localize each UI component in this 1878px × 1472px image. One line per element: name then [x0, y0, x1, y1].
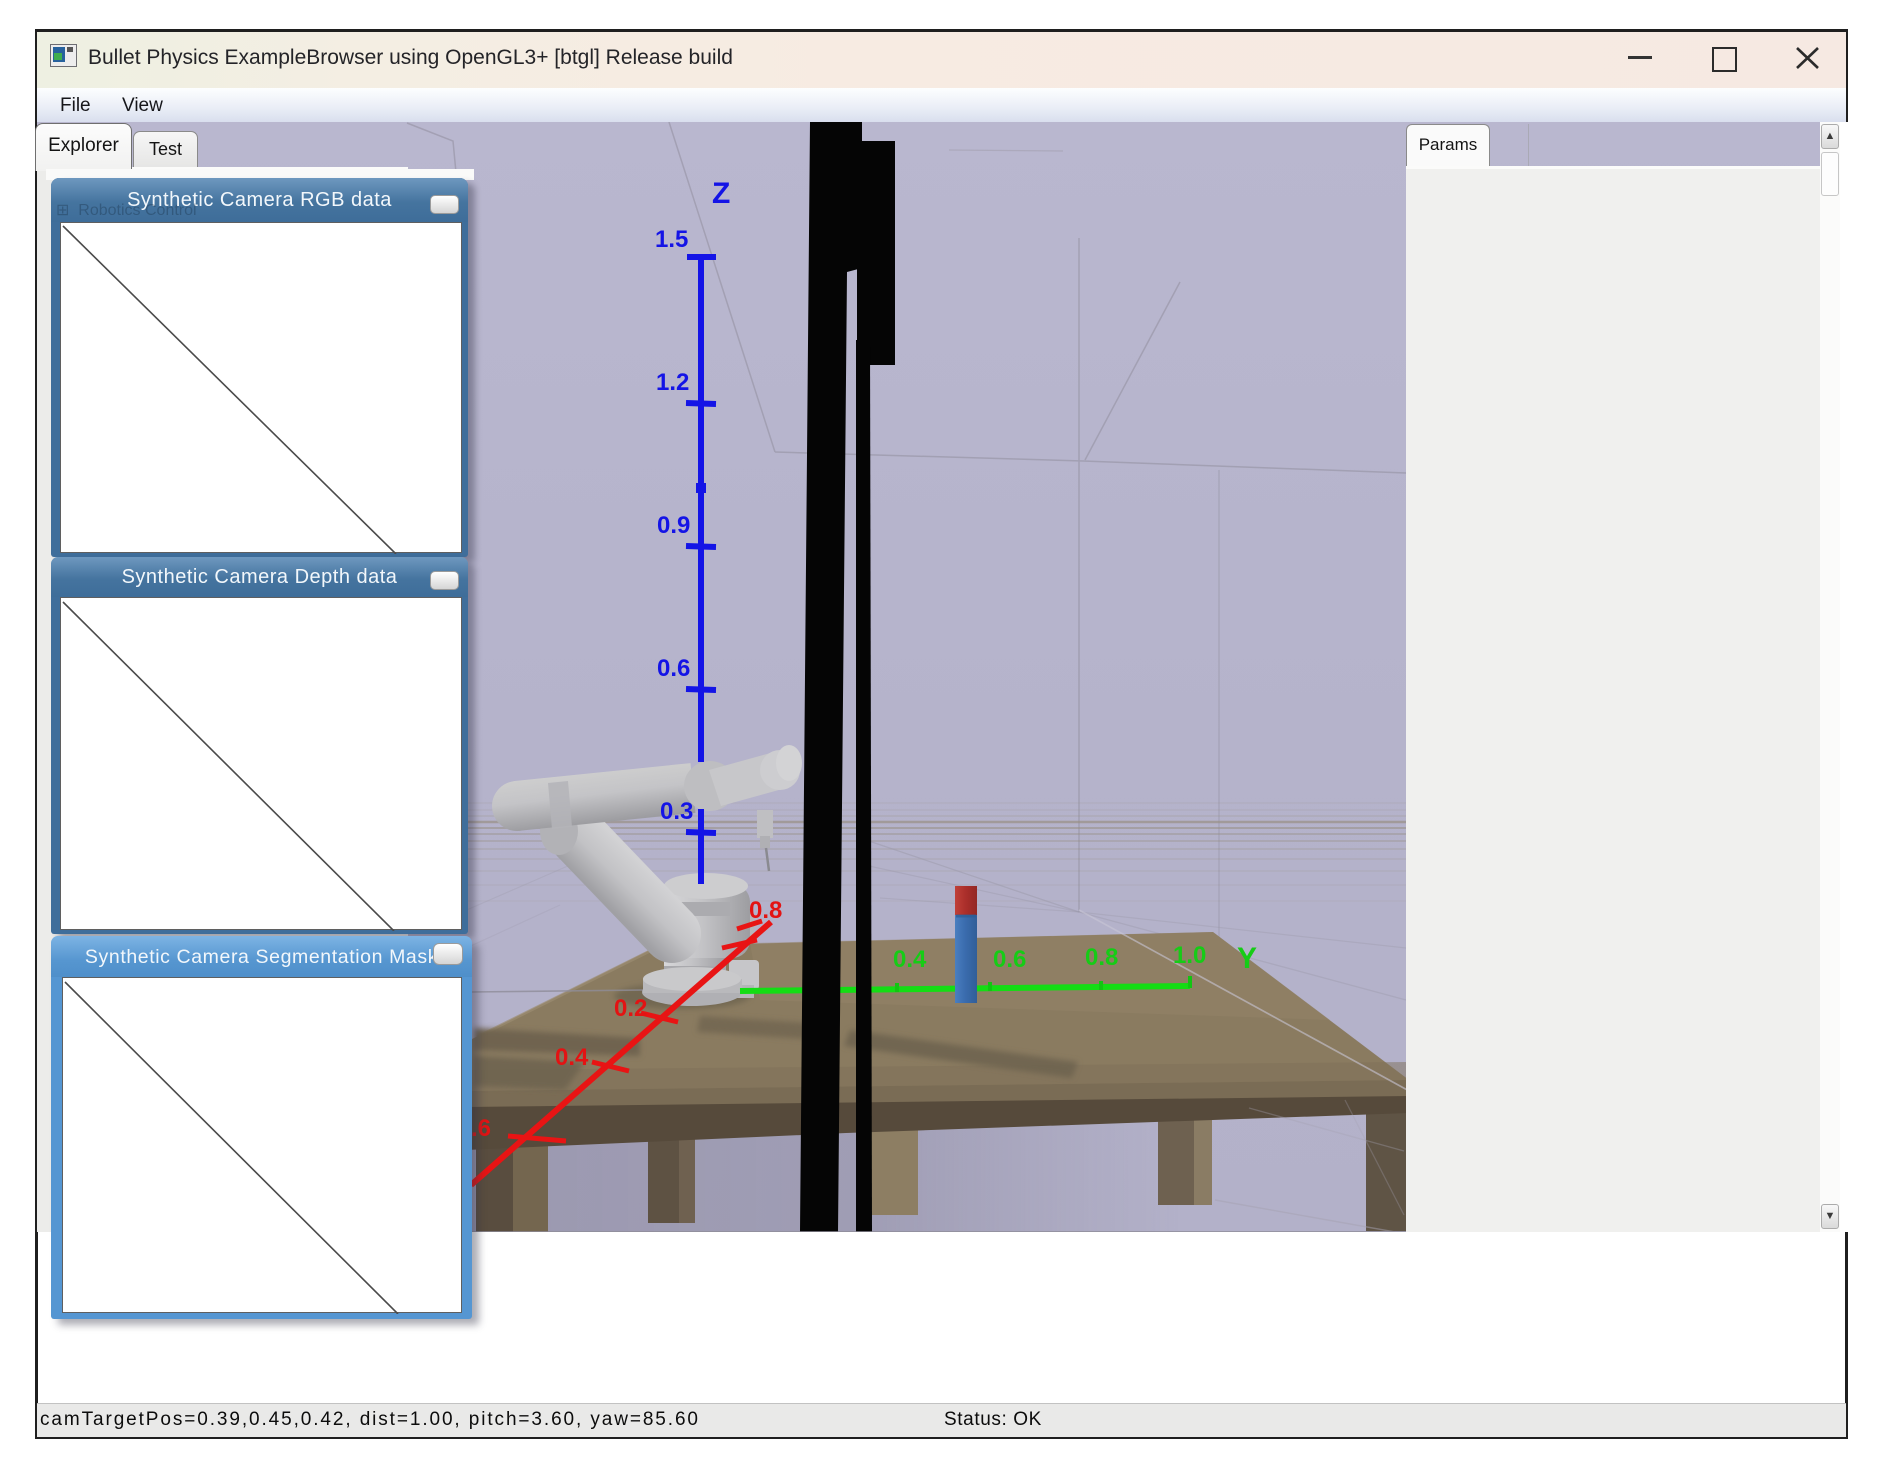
- svg-text:0.4: 0.4: [555, 1044, 589, 1071]
- svg-text:0.6: 0.6: [993, 946, 1026, 973]
- svg-text:0.2: 0.2: [614, 995, 647, 1022]
- svg-text:0.4: 0.4: [893, 946, 927, 973]
- svg-text:0.8: 0.8: [749, 897, 782, 924]
- svg-text:0.6: 0.6: [657, 655, 690, 682]
- svg-text:Z: Z: [712, 177, 730, 210]
- svg-text:0.3: 0.3: [660, 798, 693, 825]
- svg-text:1.5: 1.5: [655, 226, 688, 253]
- svg-text:.6: .6: [471, 1115, 491, 1142]
- svg-text:0.8: 0.8: [1085, 944, 1118, 971]
- svg-text:1.2: 1.2: [656, 369, 689, 396]
- svg-text:0.9: 0.9: [657, 512, 690, 539]
- svg-text:Y: Y: [1237, 942, 1257, 975]
- svg-text:1.0: 1.0: [1173, 942, 1206, 969]
